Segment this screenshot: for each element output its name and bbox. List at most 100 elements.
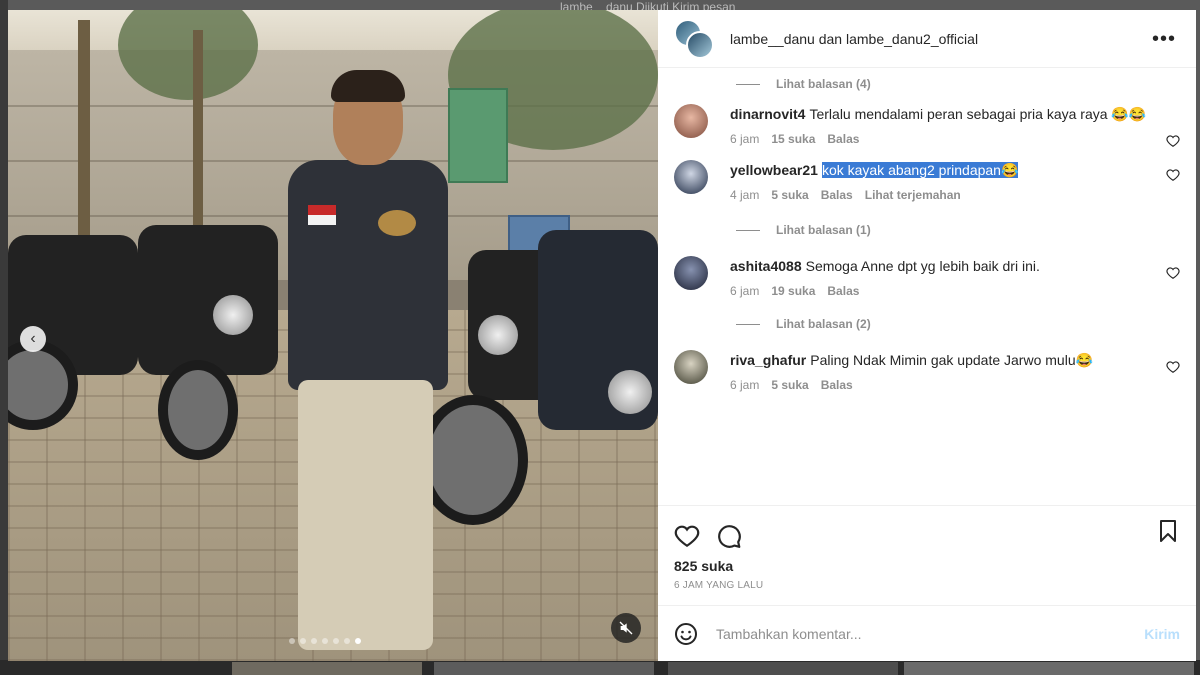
comment-time[interactable]: 6 jam — [730, 378, 759, 392]
action-icons — [674, 514, 1180, 558]
carousel-dot — [344, 638, 350, 644]
headlight — [213, 295, 253, 335]
avatar[interactable] — [674, 350, 708, 384]
comments-list: Lihat balasan (4) dinarnovit4 Terlalu men… — [658, 68, 1196, 505]
comment-username[interactable]: yellowbear21 — [730, 162, 818, 178]
reply-button[interactable]: Balas — [827, 284, 859, 298]
comment-text: riva_ghafur Paling Ndak Mimin gak update … — [730, 350, 1150, 370]
post-actions: 825 suka 6 JAM YANG LALU — [658, 505, 1196, 605]
comment-meta: 6 jam 15 suka Balas — [730, 132, 1150, 146]
likes-count[interactable]: 825 suka — [674, 558, 1180, 574]
background-thumbnail[interactable] — [904, 662, 1194, 675]
comment-username[interactable]: dinarnovit4 — [730, 106, 805, 122]
comment-likes[interactable]: 5 suka — [771, 378, 808, 392]
view-replies-label: Lihat balasan (2) — [776, 317, 871, 331]
comment-text: yellowbear21 kok kayak abang2 prindapan😂 — [730, 160, 1150, 180]
background-thumbnail[interactable] — [232, 662, 422, 675]
heart-icon[interactable] — [674, 523, 700, 549]
comment-item: yellowbear21 kok kayak abang2 prindapan😂 … — [674, 146, 1180, 202]
motorcycle — [138, 225, 278, 375]
carousel-dot — [322, 638, 328, 644]
comment-body: riva_ghafur Paling Ndak Mimin gak update … — [730, 350, 1150, 392]
post-media[interactable]: ‹ — [8, 10, 658, 661]
comment-body: yellowbear21 kok kayak abang2 prindapan😂 … — [730, 160, 1150, 202]
comment-content: Semoga Anne dpt yg lebih baik dri ini. — [805, 258, 1040, 274]
comment-username[interactable]: riva_ghafur — [730, 352, 806, 368]
comment-content: Paling Ndak Mimin gak update Jarwo mulu😂 — [810, 352, 1094, 368]
comment-username[interactable]: ashita4088 — [730, 258, 802, 274]
carousel-dot-active — [355, 638, 361, 644]
comment-content: Terlalu mendalami peran sebagai pria kay… — [809, 106, 1147, 122]
replies-divider — [736, 83, 760, 85]
emoji-icon[interactable] — [674, 622, 698, 646]
comment-time[interactable]: 6 jam — [730, 132, 759, 146]
avatar[interactable] — [674, 160, 708, 194]
comment-time[interactable]: 6 jam — [730, 284, 759, 298]
video-frame — [8, 10, 658, 661]
reply-button[interactable]: Balas — [821, 188, 853, 202]
post-comment-button[interactable]: Kirim — [1144, 626, 1180, 642]
comment-body: ashita4088 Semoga Anne dpt yg lebih baik … — [730, 256, 1150, 298]
background-thumbnail[interactable] — [434, 662, 654, 675]
post-modal: ‹ lambe__danu dan lambe_danu2_official •… — [8, 10, 1196, 661]
carousel-dot — [289, 638, 295, 644]
replies-divider — [736, 323, 760, 325]
comment-likes[interactable]: 15 suka — [771, 132, 815, 146]
comment-meta: 6 jam 19 suka Balas — [730, 284, 1150, 298]
translate-button[interactable]: Lihat terjemahan — [865, 188, 961, 202]
reply-button[interactable]: Balas — [821, 378, 853, 392]
carousel-dot — [333, 638, 339, 644]
collab-avatars[interactable] — [674, 18, 714, 59]
carousel-dot — [300, 638, 306, 644]
comment-text: dinarnovit4 Terlalu mendalami peran sebag… — [730, 104, 1150, 124]
heart-icon[interactable] — [1166, 168, 1180, 182]
comment-item: ashita4088 Semoga Anne dpt yg lebih baik … — [674, 244, 1180, 298]
comment-body: dinarnovit4 Terlalu mendalami peran sebag… — [730, 104, 1150, 146]
person-vest — [288, 160, 448, 390]
avatar[interactable] — [686, 30, 714, 59]
background-top-text: lambe__danu Diikuti Kirim pesan — [560, 0, 736, 14]
comment-meta: 4 jam 5 suka Balas Lihat terjemahan — [730, 188, 1150, 202]
mute-button[interactable] — [611, 613, 641, 643]
heart-icon[interactable] — [1166, 266, 1180, 280]
replies-divider — [736, 229, 760, 231]
comment-item: riva_ghafur Paling Ndak Mimin gak update … — [674, 338, 1180, 392]
heart-icon[interactable] — [1166, 360, 1180, 374]
view-replies-label: Lihat balasan (1) — [776, 223, 871, 237]
motorcycle-wheel — [158, 360, 238, 460]
view-replies-button[interactable]: Lihat balasan (4) — [736, 70, 1180, 98]
comment-icon[interactable] — [716, 523, 742, 549]
flag-patch — [308, 205, 336, 215]
bookmark-icon[interactable] — [1156, 518, 1180, 544]
person-pants — [298, 380, 433, 650]
reply-button[interactable]: Balas — [827, 132, 859, 146]
comment-content-selected: kok kayak abang2 prindapan😂 — [821, 162, 1019, 178]
headlight — [478, 315, 518, 355]
comment-likes[interactable]: 19 suka — [771, 284, 815, 298]
avatar[interactable] — [674, 256, 708, 290]
comment-input[interactable] — [716, 625, 1096, 642]
background-left-strip — [0, 0, 8, 675]
motorcycle-wheel — [418, 395, 528, 525]
comment-likes[interactable]: 5 suka — [771, 188, 808, 202]
speaker-muted-icon — [619, 621, 633, 635]
avatar[interactable] — [674, 104, 708, 138]
more-horizontal-icon[interactable]: ••• — [1152, 29, 1176, 49]
background-thumbnail[interactable] — [668, 662, 898, 675]
post-accounts[interactable]: lambe__danu dan lambe_danu2_official — [730, 31, 978, 47]
view-replies-button[interactable]: Lihat balasan (1) — [736, 216, 1180, 244]
green-sign — [448, 88, 508, 183]
carousel-dots — [289, 638, 361, 644]
exhaust — [608, 370, 652, 414]
background-thumbnails — [0, 660, 1200, 675]
person-hair — [331, 70, 405, 102]
comment-time[interactable]: 4 jam — [730, 188, 759, 202]
vest-badge — [378, 210, 416, 236]
post-time: 6 JAM YANG LALU — [674, 580, 764, 591]
comments-panel: lambe__danu dan lambe_danu2_official •••… — [658, 10, 1196, 661]
previous-arrow-button[interactable]: ‹ — [20, 326, 46, 352]
view-replies-label: Lihat balasan (4) — [776, 77, 871, 91]
flag-patch — [308, 215, 336, 225]
view-replies-button[interactable]: Lihat balasan (2) — [736, 310, 1180, 338]
comment-text: ashita4088 Semoga Anne dpt yg lebih baik … — [730, 256, 1150, 276]
